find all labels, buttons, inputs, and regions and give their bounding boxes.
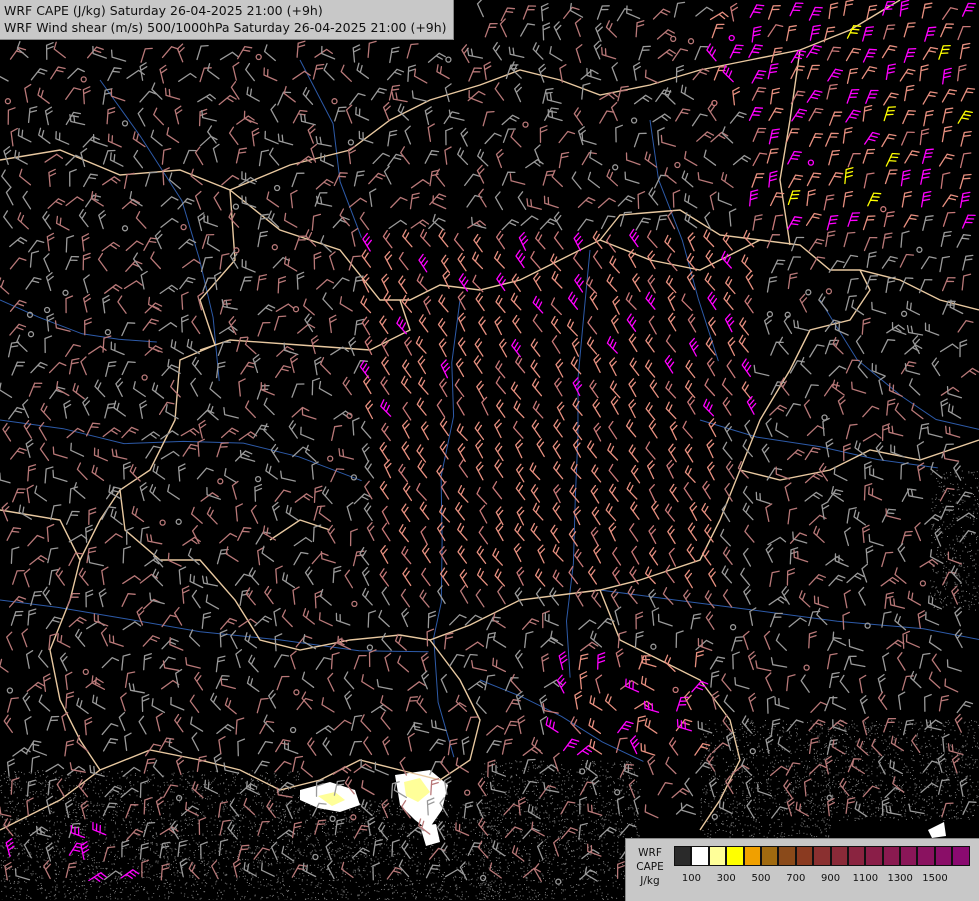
title-line-cape: WRF CAPE (J/kg) Saturday 26-04-2025 21:0… (4, 2, 447, 19)
legend-swatch (744, 846, 761, 866)
legend-swatch (865, 846, 882, 866)
legend-swatch (709, 846, 726, 866)
title-line-shear: WRF Wind shear (m/s) 500/1000hPa Saturda… (4, 19, 447, 36)
legend-swatch (726, 846, 743, 866)
cape-legend: WRF CAPE J/kg 100 300 500 700 900 1100 1300 150… (625, 838, 979, 901)
legend-label-unit: J/kg (632, 875, 668, 887)
legend-tick-label: 1100 (853, 873, 878, 884)
legend-swatch (778, 846, 795, 866)
legend-swatch (917, 846, 934, 866)
legend-swatch (813, 846, 830, 866)
legend-tick-label: 500 (751, 873, 770, 884)
legend-swatch (674, 846, 691, 866)
legend-tick-label: 100 (682, 873, 701, 884)
legend-swatch (831, 846, 848, 866)
legend-ticks: 100 300 500 700 900 1100 1300 1500 (674, 873, 974, 887)
legend-swatch (691, 846, 708, 866)
legend-label-param: CAPE (632, 861, 668, 873)
legend-tick-label: 1300 (887, 873, 912, 884)
legend-tick-label: 900 (821, 873, 840, 884)
legend-swatch (900, 846, 917, 866)
legend-swatch (848, 846, 865, 866)
legend-swatch (883, 846, 900, 866)
legend-tick-label: 700 (786, 873, 805, 884)
map-title: WRF CAPE (J/kg) Saturday 26-04-2025 21:0… (0, 0, 454, 40)
legend-swatches (674, 846, 970, 866)
legend-swatch (761, 846, 778, 866)
legend-tick-label: 300 (717, 873, 736, 884)
legend-label-model: WRF (632, 847, 668, 859)
legend-swatch (952, 846, 969, 866)
weather-map (0, 0, 979, 900)
legend-swatch (796, 846, 813, 866)
legend-tick-label: 1500 (922, 873, 947, 884)
legend-swatch (935, 846, 952, 866)
